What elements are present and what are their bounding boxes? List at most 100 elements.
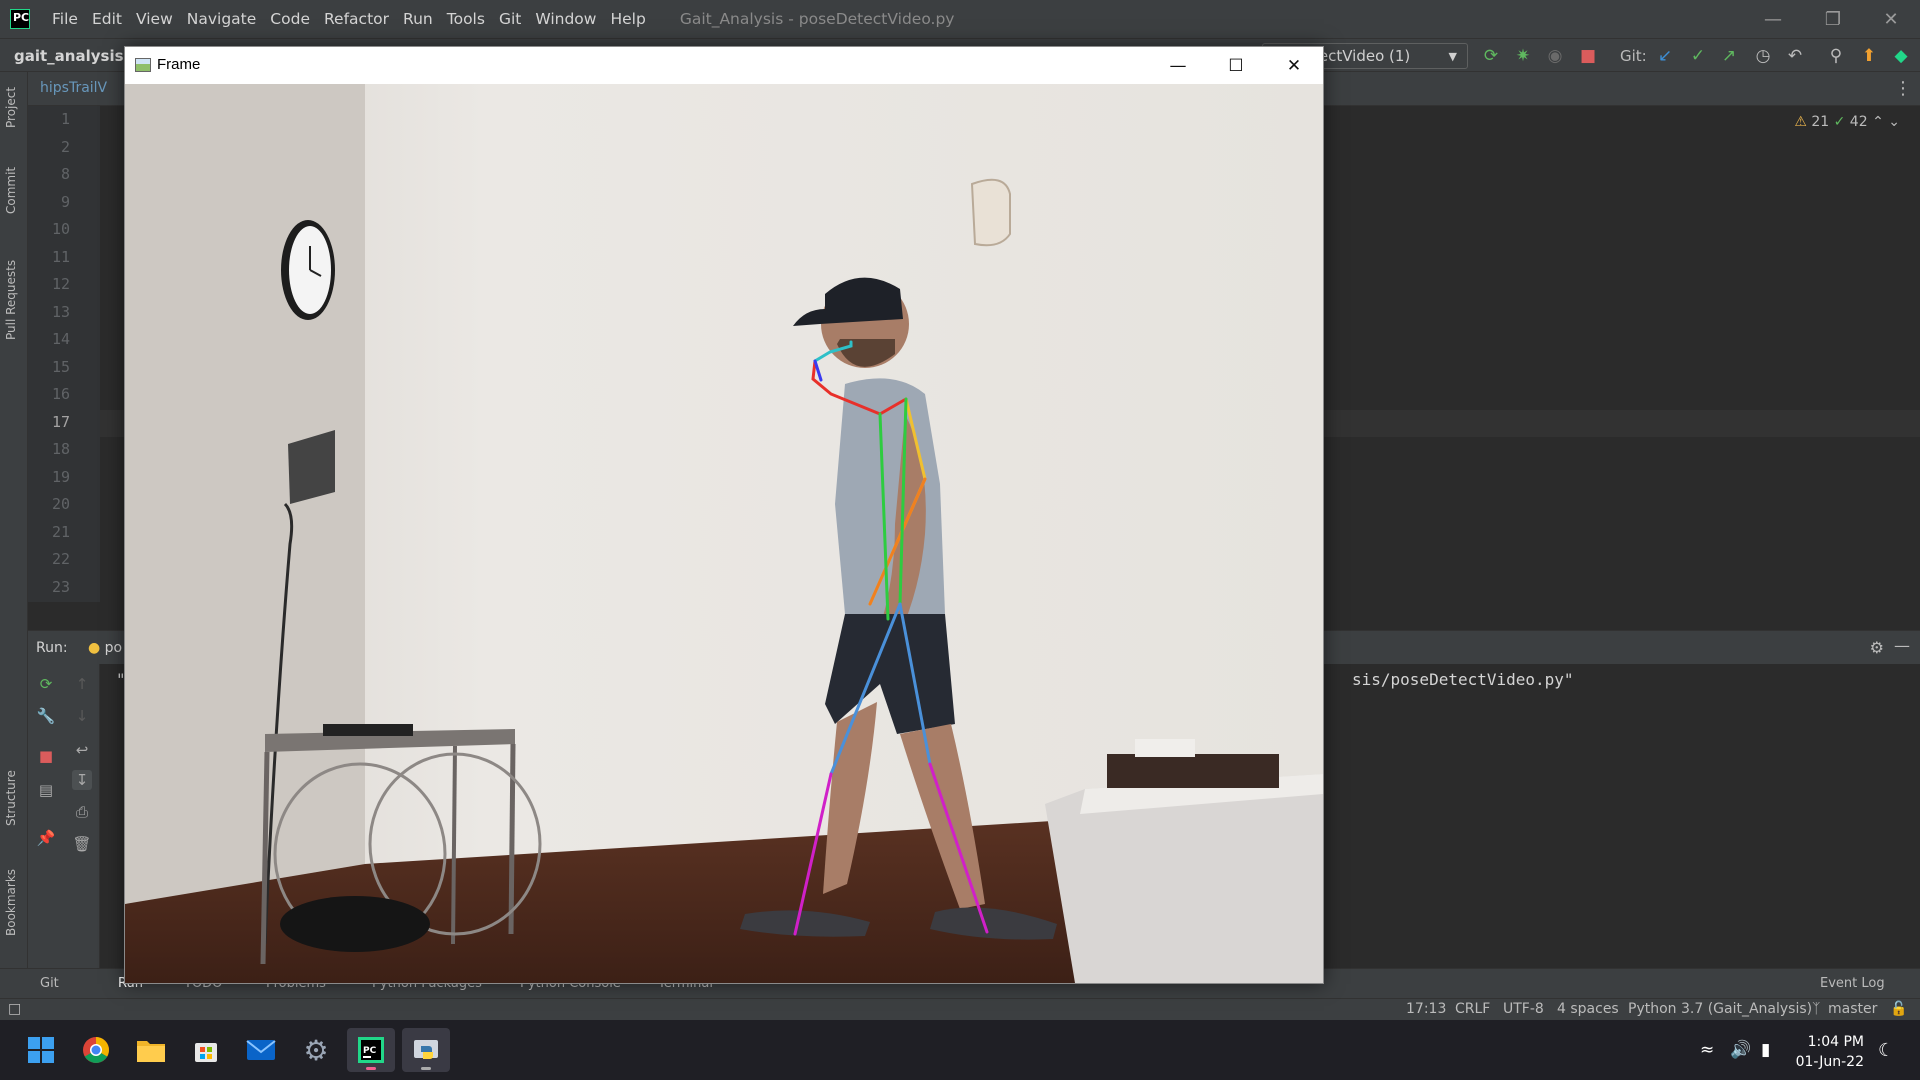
menu-code[interactable]: Code <box>270 10 310 28</box>
frame-titlebar[interactable]: Frame — ☐ ✕ <box>125 47 1323 84</box>
git-rollback-icon[interactable]: ↶ <box>1785 46 1805 66</box>
rerun-icon[interactable]: ⟳ <box>36 674 56 694</box>
git-branch[interactable]: master <box>1828 1001 1877 1017</box>
coverage-icon[interactable]: ◉ <box>1545 46 1565 66</box>
inspection-widget[interactable]: ⚠ 21 ✓ 42 ⌃ ⌄ <box>1794 114 1900 130</box>
menu-help[interactable]: Help <box>610 10 645 28</box>
event-log-tool-tab[interactable]: Event Log <box>1820 976 1885 991</box>
indent-setting[interactable]: 4 spaces <box>1557 1001 1619 1017</box>
toolbox-icon[interactable]: ◆ <box>1891 46 1911 66</box>
menu-window[interactable]: Window <box>535 10 596 28</box>
lock-icon[interactable]: 🔓 <box>1890 1001 1907 1017</box>
ide-restore-button[interactable]: ❐ <box>1804 0 1862 38</box>
editor-tab-hipstrail[interactable]: hipsTrailV <box>40 80 107 96</box>
git-history-icon[interactable]: ◷ <box>1753 46 1773 66</box>
print-icon[interactable]: ⎙ <box>72 802 92 822</box>
check-icon: ✓ <box>1833 114 1846 130</box>
update-icon[interactable]: ⬆ <box>1859 46 1879 66</box>
window-title: Gait_Analysis - poseDetectVideo.py <box>679 10 955 28</box>
rerun-icon[interactable]: ⟳ <box>1481 46 1501 66</box>
taskbar: ⚙ PC ≈ 🔊 ▮ 1:04 PM 01-Jun-22 ☾ <box>0 1020 1920 1080</box>
pull-requests-tool-tab[interactable]: Pull Requests <box>4 260 18 340</box>
settings-taskbar-button[interactable]: ⚙ <box>292 1028 340 1072</box>
python-icon: ● <box>88 640 101 656</box>
scroll-to-end-icon[interactable]: ↧ <box>72 770 92 790</box>
project-breadcrumb[interactable]: gait_analysis <box>14 47 124 65</box>
git-tool-tab[interactable]: Git <box>40 976 59 991</box>
line-number: 16 <box>51 385 70 403</box>
structure-tool-tab[interactable]: Structure <box>4 770 18 826</box>
commit-tool-tab[interactable]: Commit <box>4 167 18 214</box>
line-number: 18 <box>51 440 70 458</box>
arrow-down-icon[interactable]: ↓ <box>72 706 92 726</box>
battery-icon[interactable]: ▮ <box>1761 1040 1770 1060</box>
python-interpreter[interactable]: Python 3.7 (Gait_Analysis) <box>1628 1001 1812 1017</box>
pin-icon[interactable]: 📌 <box>36 828 56 848</box>
bookmarks-tool-tab[interactable]: Bookmarks <box>4 869 18 936</box>
caret-position[interactable]: 17:13 <box>1406 1001 1446 1017</box>
run-tab[interactable]: ● po <box>88 640 122 656</box>
stop-icon[interactable]: ■ <box>1578 46 1598 66</box>
file-explorer-taskbar-button[interactable] <box>127 1028 175 1072</box>
menu-navigate[interactable]: Navigate <box>187 10 257 28</box>
menu-edit[interactable]: Edit <box>92 10 122 28</box>
video-frame <box>125 84 1323 983</box>
volume-icon[interactable]: 🔊 <box>1730 1040 1751 1060</box>
left-tool-strip: Project Commit Pull Requests Structure B… <box>0 72 28 968</box>
debug-bug-icon[interactable]: ✷ <box>1513 46 1533 66</box>
chrome-icon <box>83 1037 109 1063</box>
frame-maximize-button[interactable]: ☐ <box>1207 47 1265 84</box>
store-taskbar-button[interactable] <box>182 1028 230 1072</box>
moon-icon[interactable]: ☾ <box>1878 1040 1894 1061</box>
active-indicator <box>366 1067 376 1070</box>
ide-minimize-button[interactable]: — <box>1744 0 1802 38</box>
line-number: 17 <box>51 412 70 431</box>
git-commit-icon[interactable]: ✓ <box>1688 46 1708 66</box>
toggle-tool-windows-icon[interactable]: □ <box>8 1001 21 1017</box>
windows-start-button[interactable] <box>17 1028 65 1072</box>
warning-count: 21 <box>1811 114 1830 130</box>
more-vertical-icon[interactable]: ⋮ <box>1894 78 1912 99</box>
gear-icon[interactable]: ⚙ <box>1870 638 1884 657</box>
menu-git[interactable]: Git <box>499 10 521 28</box>
menu-run[interactable]: Run <box>403 10 433 28</box>
wifi-icon[interactable]: ≈ <box>1700 1040 1714 1060</box>
line-number: 23 <box>51 577 70 596</box>
line-number: 10 <box>51 220 70 238</box>
frame-minimize-button[interactable]: — <box>1149 47 1207 84</box>
line-number: 12 <box>51 275 70 293</box>
layout-icon[interactable]: ▤ <box>36 780 56 800</box>
trash-icon[interactable]: 🗑 <box>72 834 92 854</box>
ide-close-button[interactable]: ✕ <box>1862 0 1920 38</box>
taskbar-clock[interactable]: 1:04 PM 01-Jun-22 <box>1796 1032 1864 1072</box>
mail-taskbar-button[interactable] <box>237 1028 285 1072</box>
chrome-taskbar-button[interactable] <box>72 1028 120 1072</box>
git-branch-icon: ᛉ <box>1812 1001 1821 1017</box>
soft-wrap-icon[interactable]: ↩ <box>72 740 92 760</box>
frame-window[interactable]: Frame — ☐ ✕ <box>124 46 1324 984</box>
git-update-icon[interactable]: ↙ <box>1655 46 1675 66</box>
chevron-down-icon[interactable]: ⌄ <box>1888 114 1900 130</box>
arrow-up-icon[interactable]: ↑ <box>72 674 92 694</box>
pycharm-taskbar-button[interactable]: PC <box>347 1028 395 1072</box>
stop-icon[interactable]: ■ <box>36 746 56 766</box>
chevron-up-icon[interactable]: ⌃ <box>1872 114 1884 130</box>
menu-refactor[interactable]: Refactor <box>324 10 389 28</box>
menu-file[interactable]: File <box>52 10 78 28</box>
menu-view[interactable]: View <box>136 10 173 28</box>
git-push-icon[interactable]: ↗ <box>1719 46 1739 66</box>
line-number: 9 <box>60 192 70 211</box>
hide-panel-icon[interactable]: — <box>1894 636 1910 655</box>
python-taskbar-button[interactable] <box>402 1028 450 1072</box>
file-encoding[interactable]: UTF-8 <box>1503 1001 1544 1017</box>
wrench-icon[interactable]: 🔧 <box>36 706 56 726</box>
frame-close-button[interactable]: ✕ <box>1265 47 1323 84</box>
check-count: 42 <box>1849 114 1868 130</box>
menu-tools[interactable]: Tools <box>447 10 485 28</box>
pycharm-icon: PC <box>358 1037 384 1063</box>
line-number: 22 <box>51 550 70 568</box>
line-number: 1 <box>60 110 70 128</box>
project-tool-tab[interactable]: Project <box>4 87 18 128</box>
search-icon[interactable]: ⚲ <box>1826 46 1846 66</box>
line-separator[interactable]: CRLF <box>1455 1001 1490 1017</box>
